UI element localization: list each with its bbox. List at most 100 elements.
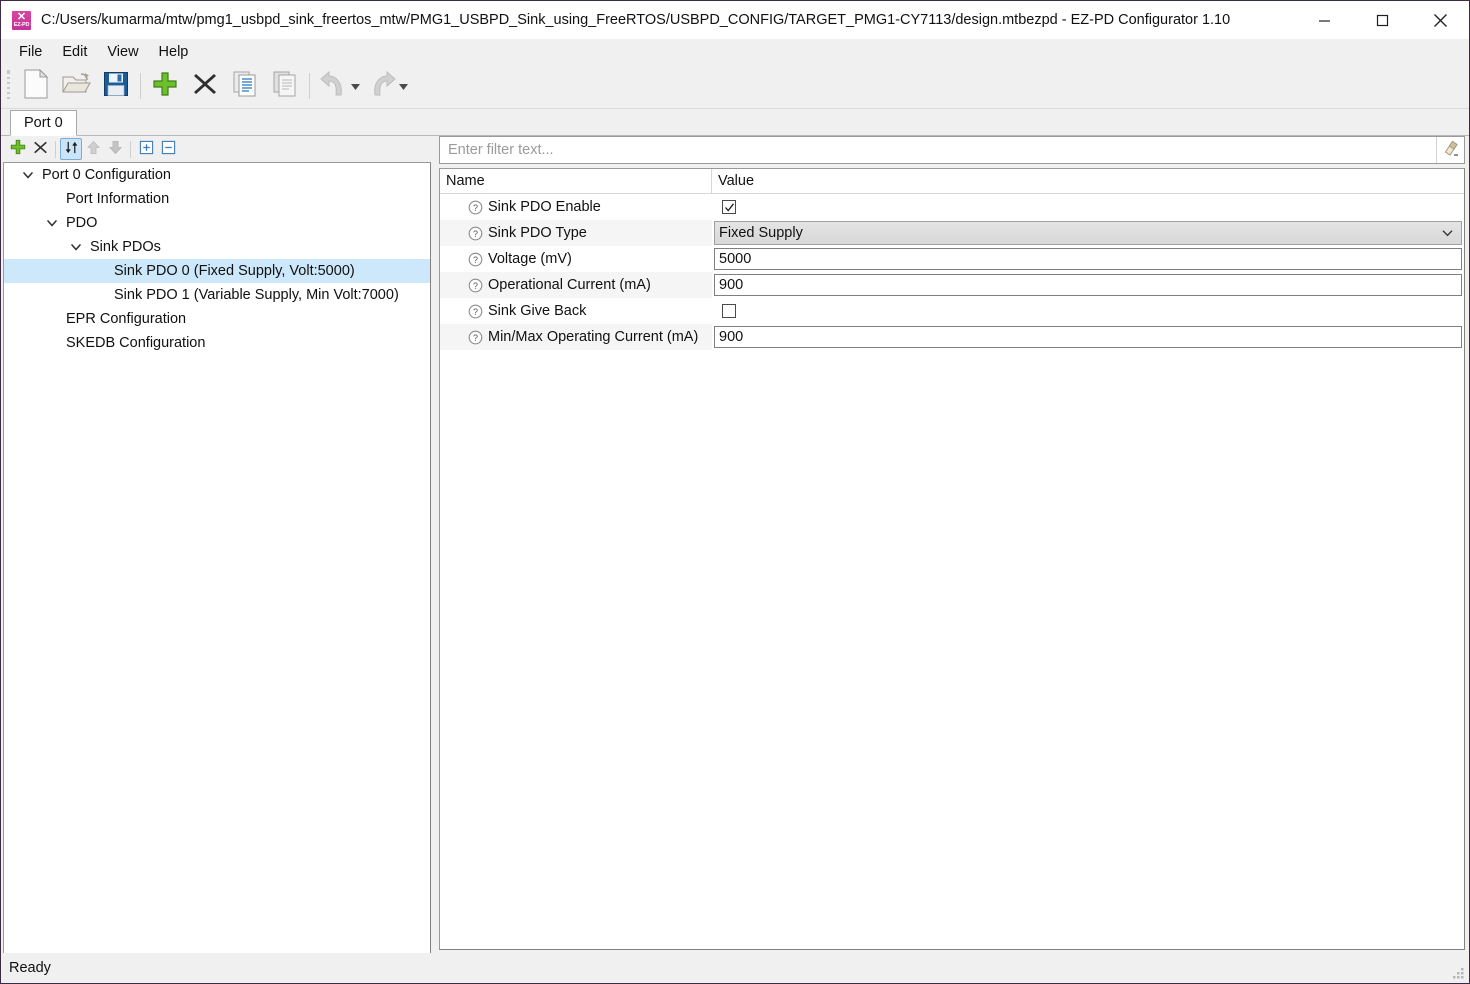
minimize-button[interactable] <box>1295 1 1353 39</box>
tree-collapse-all-button[interactable] <box>157 138 179 160</box>
redo-dropdown-button[interactable] <box>396 66 410 106</box>
chevron-down-icon[interactable] <box>64 235 88 259</box>
main-body: Port 0 Configuration Port Information PDO S… <box>1 136 1469 983</box>
property-value-cell[interactable]: 5000 <box>712 246 1464 272</box>
undo-dropdown-button[interactable] <box>348 66 362 106</box>
tree-item[interactable]: Sink PDO 1 (Variable Supply, Min Volt:70… <box>4 283 430 307</box>
save-floppy-icon <box>103 71 129 101</box>
open-file-button[interactable] <box>56 66 96 106</box>
property-name-cell: ? Voltage (mV) <box>440 246 712 272</box>
tree-twisty-empty <box>40 307 64 331</box>
tree-item[interactable]: Port Information <box>4 187 430 211</box>
property-name-label: Voltage (mV) <box>488 251 572 267</box>
column-header-name[interactable]: Name <box>440 169 712 193</box>
property-value-cell[interactable]: 900 <box>712 272 1464 298</box>
property-name-cell: ? Sink PDO Enable <box>440 194 712 220</box>
tree-add-button[interactable] <box>7 138 29 160</box>
paste-icon <box>272 70 298 102</box>
property-row[interactable]: ? Sink PDO Type Fixed Supply <box>440 220 1464 246</box>
close-button[interactable] <box>1411 1 1469 39</box>
svg-text:?: ? <box>473 281 478 291</box>
delete-button[interactable] <box>185 66 225 106</box>
tab-strip: Port 0 <box>1 109 1469 136</box>
paste-button[interactable] <box>265 66 305 106</box>
arrow-up-icon <box>86 140 101 159</box>
help-icon[interactable]: ? <box>468 200 483 215</box>
text-input[interactable]: 900 <box>714 326 1462 348</box>
tree-item[interactable]: Sink PDO 0 (Fixed Supply, Volt:5000) <box>4 259 430 283</box>
column-header-value[interactable]: Value <box>712 169 1464 193</box>
tree-rows: Port 0 Configuration Port Information PDO S… <box>4 163 430 355</box>
filter-input[interactable] <box>440 137 1436 163</box>
property-row[interactable]: ? Voltage (mV) 5000 <box>440 246 1464 272</box>
tree-move-up-button[interactable] <box>82 138 104 160</box>
toolbar-drag-grip[interactable] <box>5 70 13 102</box>
add-button[interactable] <box>145 66 185 106</box>
tree-item[interactable]: EPR Configuration <box>4 307 430 331</box>
property-row[interactable]: ? Sink Give Back <box>440 298 1464 324</box>
tree-item-label: Sink PDOs <box>90 239 161 255</box>
text-input[interactable]: 5000 <box>714 248 1462 270</box>
menu-item-file[interactable]: File <box>9 41 52 63</box>
text-input-value: 5000 <box>719 251 752 267</box>
menu-item-help[interactable]: Help <box>149 41 199 63</box>
property-row[interactable]: ? Min/Max Operating Current (mA) 900 <box>440 324 1464 350</box>
tree-item[interactable]: Sink PDOs <box>4 235 430 259</box>
application-window: ✕ EZ-PD C:/Users/kumarma/mtw/pmg1_usbpd_… <box>0 0 1470 984</box>
help-icon[interactable]: ? <box>468 330 483 345</box>
copy-icon <box>232 70 258 102</box>
cross-x-icon <box>33 140 48 159</box>
checkbox[interactable] <box>722 304 736 318</box>
dropdown-select[interactable]: Fixed Supply <box>714 221 1462 245</box>
chevron-down-icon[interactable] <box>16 163 40 187</box>
property-value-cell[interactable] <box>712 194 1464 220</box>
configuration-tree[interactable]: Port 0 Configuration Port Information PDO S… <box>3 162 431 983</box>
property-grid[interactable]: Name Value ? Sink PDO Enable ? Sink PDO Typ… <box>439 168 1465 950</box>
property-name-cell: ? Sink Give Back <box>440 298 712 324</box>
resize-grip[interactable] <box>1452 967 1465 980</box>
tree-item[interactable]: Port 0 Configuration <box>4 163 430 187</box>
tree-sort-button[interactable] <box>60 138 82 160</box>
checkbox[interactable] <box>722 200 736 214</box>
property-name-cell: ? Operational Current (mA) <box>440 272 712 298</box>
property-row[interactable]: ? Sink PDO Enable <box>440 194 1464 220</box>
clear-filter-button[interactable] <box>1436 137 1464 163</box>
tree-item[interactable]: SKEDB Configuration <box>4 331 430 355</box>
grid-header: Name Value <box>440 169 1464 194</box>
undo-arrow-icon <box>320 70 348 101</box>
tree-move-down-button[interactable] <box>104 138 126 160</box>
help-icon[interactable]: ? <box>468 304 483 319</box>
help-icon[interactable]: ? <box>468 278 483 293</box>
text-input[interactable]: 900 <box>714 274 1462 296</box>
tree-item-label: Port 0 Configuration <box>42 167 171 183</box>
tree-delete-button[interactable] <box>29 138 51 160</box>
chevron-down-icon[interactable] <box>40 211 64 235</box>
expand-all-icon <box>139 140 154 159</box>
property-row[interactable]: ? Operational Current (mA) 900 <box>440 272 1464 298</box>
property-value-cell[interactable]: 900 <box>712 324 1464 350</box>
maximize-button[interactable] <box>1353 1 1411 39</box>
property-value-cell[interactable] <box>712 298 1464 324</box>
toolbar-separator <box>309 73 310 99</box>
open-folder-icon <box>61 71 91 101</box>
text-input-value: 900 <box>719 329 744 345</box>
tree-item[interactable]: PDO <box>4 211 430 235</box>
tree-item-label: PDO <box>66 215 98 231</box>
property-name-label: Sink PDO Enable <box>488 199 601 215</box>
tree-toolbar <box>3 136 431 162</box>
tree-panel: Port 0 Configuration Port Information PDO S… <box>3 136 431 983</box>
help-icon[interactable]: ? <box>468 252 483 267</box>
property-name-cell: ? Sink PDO Type <box>440 220 712 246</box>
property-value-cell[interactable]: Fixed Supply <box>712 220 1464 246</box>
tree-expand-all-button[interactable] <box>135 138 157 160</box>
tree-item-label: SKEDB Configuration <box>66 335 206 351</box>
menu-item-edit[interactable]: Edit <box>52 41 97 63</box>
save-button[interactable] <box>96 66 136 106</box>
property-name-label: Min/Max Operating Current (mA) <box>488 329 699 345</box>
new-file-button[interactable] <box>16 66 56 106</box>
menu-item-view[interactable]: View <box>97 41 148 63</box>
window-controls <box>1295 1 1469 39</box>
help-icon[interactable]: ? <box>468 226 483 241</box>
tab-port-0[interactable]: Port 0 <box>10 110 77 136</box>
copy-button[interactable] <box>225 66 265 106</box>
